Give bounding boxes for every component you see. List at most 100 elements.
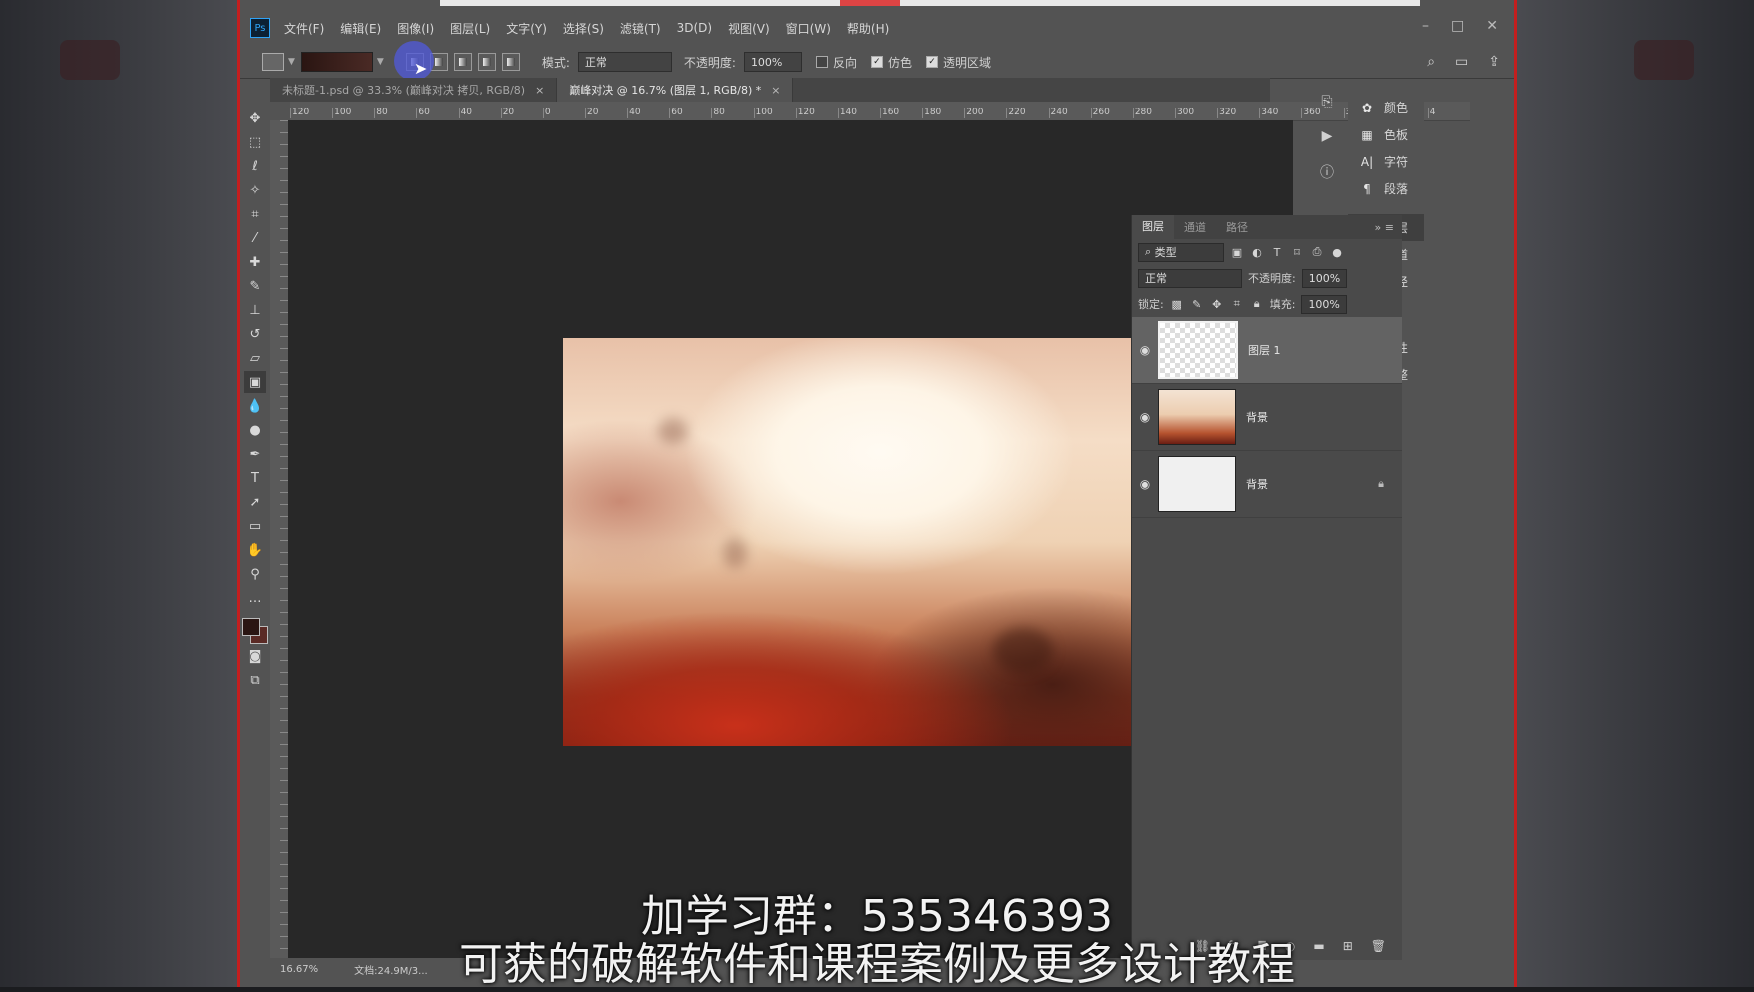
quick-mask-icon[interactable]: ◙: [244, 645, 266, 667]
screen-mode-icon[interactable]: ⧉: [244, 669, 266, 691]
visibility-eye-icon[interactable]: ◉: [1132, 410, 1158, 424]
search-icon[interactable]: ⌕: [1427, 54, 1435, 70]
layer-thumbnail[interactable]: [1158, 456, 1236, 512]
lasso-tool-icon[interactable]: ℓ: [244, 155, 266, 177]
menu-select[interactable]: 选择(S): [563, 20, 604, 37]
eyedropper-tool-icon[interactable]: ⁄: [244, 227, 266, 249]
tab-layers[interactable]: 图层: [1132, 215, 1174, 239]
menu-window[interactable]: 窗口(W): [786, 20, 831, 37]
filter-toggle-icon[interactable]: ●: [1330, 246, 1344, 259]
visibility-eye-icon[interactable]: ◉: [1132, 343, 1158, 357]
window-controls: – □ ✕: [1422, 18, 1498, 34]
tab-paths[interactable]: 路径: [1216, 219, 1258, 235]
play-icon[interactable]: ▶: [1322, 128, 1333, 144]
opacity-input[interactable]: 100%: [743, 52, 802, 72]
layer-opacity-input[interactable]: 100%: [1301, 268, 1348, 288]
lock-all-icon[interactable]: 🔒︎: [1250, 297, 1264, 311]
layer-row[interactable]: ◉ 背景 🔒︎: [1132, 451, 1402, 518]
diamond-gradient-button[interactable]: [501, 53, 520, 71]
blur-tool-icon[interactable]: 💧: [244, 395, 266, 417]
menu-type[interactable]: 文字(Y): [506, 20, 547, 37]
panel-color[interactable]: ✿ 颜色: [1348, 94, 1424, 121]
layer-row[interactable]: ◉ 图层 1: [1132, 317, 1402, 384]
lock-position-icon[interactable]: ✥: [1210, 298, 1224, 311]
layer-name[interactable]: 图层 1: [1248, 342, 1281, 358]
dodge-tool-icon[interactable]: ●: [244, 419, 266, 441]
ruler-tick: 320: [1217, 108, 1259, 118]
transparency-checkbox[interactable]: ✓ 透明区域: [925, 54, 991, 71]
crop-tool-icon[interactable]: ⌗: [244, 203, 266, 225]
foreground-color-swatch[interactable]: [242, 618, 260, 636]
hand-tool-icon[interactable]: ✋: [244, 539, 266, 561]
layer-row[interactable]: ◉ 背景: [1132, 384, 1402, 451]
panel-menu-icon[interactable]: » ≡: [1375, 221, 1394, 234]
close-icon[interactable]: ✕: [1486, 18, 1498, 34]
marquee-tool-icon[interactable]: ⬚: [244, 131, 266, 153]
filter-shape-icon[interactable]: ⌑: [1290, 246, 1304, 259]
visibility-eye-icon[interactable]: ◉: [1132, 477, 1158, 491]
document-canvas[interactable]: [563, 338, 1139, 746]
lock-transparent-icon[interactable]: ▩: [1170, 298, 1184, 311]
menu-layer[interactable]: 图层(L): [450, 20, 490, 37]
filter-pixel-icon[interactable]: ▣: [1230, 246, 1244, 259]
chevron-down-icon[interactable]: ▼: [288, 57, 295, 67]
panel-character[interactable]: A| 字符: [1348, 148, 1424, 175]
layer-thumbnail[interactable]: [1158, 389, 1236, 445]
zoom-tool-icon[interactable]: ⚲: [244, 563, 266, 585]
tab-untitled[interactable]: 未标题-1.psd @ 33.3% (巅峰对决 拷贝, RGB/8) ×: [270, 78, 558, 102]
share-icon[interactable]: ⇪: [1488, 54, 1500, 70]
layer-name[interactable]: 背景: [1246, 409, 1268, 425]
blend-row: 正常 不透明度: 100%: [1132, 265, 1402, 291]
layer-thumbnail[interactable]: [1158, 321, 1238, 379]
mode-select[interactable]: 正常: [577, 52, 672, 72]
more-tools-icon[interactable]: …: [244, 587, 266, 609]
panel-swatches[interactable]: ▦ 色板: [1348, 121, 1424, 148]
path-selection-tool-icon[interactable]: ➚: [244, 491, 266, 513]
minimize-icon[interactable]: –: [1422, 18, 1429, 34]
magic-wand-tool-icon[interactable]: ✧: [244, 179, 266, 201]
tool-preset-icon[interactable]: [262, 53, 284, 71]
dither-checkbox[interactable]: ✓ 仿色: [870, 54, 912, 71]
maximize-icon[interactable]: □: [1451, 18, 1464, 34]
angle-gradient-button[interactable]: [453, 53, 472, 71]
lock-image-icon[interactable]: ✎: [1190, 298, 1204, 311]
healing-brush-tool-icon[interactable]: ✚: [244, 251, 266, 273]
layer-name[interactable]: 背景: [1246, 476, 1268, 492]
type-tool-icon[interactable]: T: [244, 467, 266, 489]
lock-artboard-icon[interactable]: ⌗: [1230, 297, 1244, 311]
menu-view[interactable]: 视图(V): [728, 20, 770, 37]
info-icon[interactable]: ⓘ: [1320, 162, 1334, 182]
layer-filter-select[interactable]: ⌕ 类型: [1138, 242, 1224, 262]
workspace-icon[interactable]: ▭: [1455, 54, 1468, 70]
gradient-picker[interactable]: [300, 52, 373, 72]
menu-file[interactable]: 文件(F): [284, 20, 324, 37]
close-tab-icon[interactable]: ×: [535, 84, 544, 97]
filter-adjustment-icon[interactable]: ◐: [1250, 246, 1264, 259]
reverse-checkbox[interactable]: 反向: [815, 54, 857, 71]
eraser-tool-icon[interactable]: ▱: [244, 347, 266, 369]
fill-input[interactable]: 100%: [1301, 294, 1347, 314]
stamp-tool-icon[interactable]: ⊥: [244, 299, 266, 321]
pen-tool-icon[interactable]: ✒: [244, 443, 266, 465]
close-tab-icon[interactable]: ×: [771, 84, 780, 97]
filter-type-icon[interactable]: T: [1270, 246, 1284, 259]
tab-peak-duel[interactable]: 巅峰对决 @ 16.7% (图层 1, RGB/8) * ×: [557, 78, 794, 102]
history-icon[interactable]: ⎘: [1321, 94, 1332, 110]
menu-edit[interactable]: 编辑(E): [340, 20, 381, 37]
panel-paragraph[interactable]: ¶ 段落: [1348, 175, 1424, 202]
menu-filter[interactable]: 滤镜(T): [620, 20, 661, 37]
brush-tool-icon[interactable]: ✎: [244, 275, 266, 297]
menu-help[interactable]: 帮助(H): [847, 20, 889, 37]
chevron-down-icon[interactable]: ▼: [377, 57, 384, 67]
menu-3d[interactable]: 3D(D): [677, 21, 712, 35]
color-swatches[interactable]: [242, 618, 268, 644]
shape-tool-icon[interactable]: ▭: [244, 515, 266, 537]
tab-channels[interactable]: 通道: [1174, 219, 1216, 235]
filter-smart-icon[interactable]: ⎙: [1310, 245, 1324, 259]
menu-image[interactable]: 图像(I): [397, 20, 434, 37]
blend-mode-select[interactable]: 正常: [1138, 268, 1242, 288]
move-tool-icon[interactable]: ✥: [244, 107, 266, 129]
reflected-gradient-button[interactable]: [477, 53, 496, 71]
history-brush-tool-icon[interactable]: ↺: [244, 323, 266, 345]
gradient-tool-icon[interactable]: ▣: [244, 371, 266, 393]
